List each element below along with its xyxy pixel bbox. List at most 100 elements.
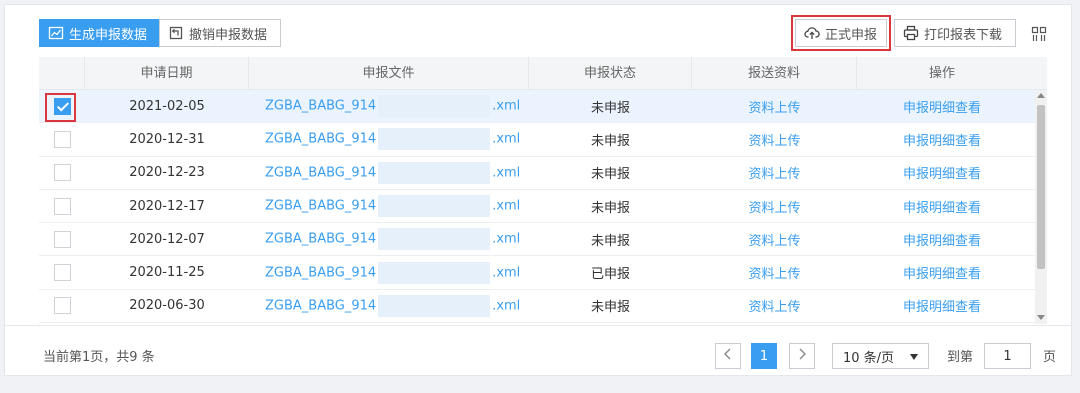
redacted-block: [378, 195, 491, 218]
row-checkbox[interactable]: [53, 297, 71, 315]
table-row[interactable]: 2020-12-23 ZGBA_BABG_914 .xml 未申报 资料上传 申报…: [39, 157, 1047, 190]
chevron-right-icon: [797, 348, 807, 364]
chevron-left-icon: [723, 348, 733, 364]
view-declaration-detail-link[interactable]: 申报明细查看: [903, 267, 981, 282]
file-name-prefix: ZGBA_BABG_914: [265, 98, 377, 114]
previous-page-button[interactable]: [715, 343, 741, 369]
file-name-suffix: .xml: [492, 165, 521, 181]
row-date: 2020-11-25: [129, 265, 205, 281]
upload-materials-link[interactable]: 资料上传: [748, 300, 800, 315]
file-name-prefix: ZGBA_BABG_914: [265, 265, 377, 281]
current-page-button[interactable]: 1: [751, 343, 777, 369]
column-settings-icon[interactable]: [1031, 26, 1047, 42]
header-declaration-status: 申报状态: [529, 56, 692, 90]
caret-down-icon: [910, 354, 918, 360]
pagination-footer: 当前第1页，共9 条 1 10 条/页 到第 页: [5, 325, 1073, 377]
row-checkbox-cell: [39, 297, 85, 315]
file-name-prefix: ZGBA_BABG_914: [265, 165, 377, 181]
upload-materials-link[interactable]: 资料上传: [748, 167, 800, 182]
row-checkbox-cell: [39, 197, 85, 215]
table-row[interactable]: 2020-06-30 ZGBA_BABG_914 .xml 未申报 资料上传 申报…: [39, 290, 1047, 323]
page-unit-label: 页: [1043, 350, 1057, 365]
scroll-up-arrow-icon[interactable]: [1037, 93, 1045, 98]
header-submitted-materials: 报送资料: [692, 56, 857, 90]
file-name-suffix: .xml: [492, 198, 521, 214]
upload-materials-link[interactable]: 资料上传: [748, 134, 800, 149]
table-header: 申请日期 申报文件 申报状态 报送资料 操作: [39, 56, 1047, 90]
row-checkbox-cell: [39, 264, 85, 282]
redacted-block: [378, 261, 491, 284]
file-name-suffix: .xml: [492, 98, 521, 114]
cloud-upload-icon: [804, 25, 820, 41]
view-declaration-detail-link[interactable]: 申报明细查看: [903, 167, 981, 182]
row-checkbox[interactable]: [53, 130, 71, 148]
row-checkbox-cell: [39, 230, 85, 248]
row-file-link[interactable]: ZGBA_BABG_914 .xml: [249, 95, 529, 118]
file-name-prefix: ZGBA_BABG_914: [265, 298, 377, 314]
file-name-prefix: ZGBA_BABG_914: [265, 131, 377, 147]
goto-page-label: 到第: [947, 350, 974, 365]
table-row[interactable]: 2020-12-17 ZGBA_BABG_914 .xml 未申报 资料上传 申报…: [39, 190, 1047, 224]
upload-materials-link[interactable]: 资料上传: [748, 201, 800, 216]
generate-declaration-button[interactable]: 生成申报数据: [39, 19, 159, 47]
row-file-link[interactable]: ZGBA_BABG_914 .xml: [249, 294, 529, 317]
table-scrollbar[interactable]: [1035, 91, 1047, 324]
view-declaration-detail-link[interactable]: 申报明细查看: [903, 300, 981, 315]
file-name-prefix: ZGBA_BABG_914: [265, 231, 377, 247]
row-status: 未申报: [590, 200, 630, 216]
row-file-link[interactable]: ZGBA_BABG_914 .xml: [249, 128, 529, 151]
table-row[interactable]: 2020-12-31 ZGBA_BABG_914 .xml 未申报 资料上传 申报…: [39, 123, 1047, 157]
print-report-download-button[interactable]: 打印报表下载: [894, 19, 1016, 47]
row-file-link[interactable]: ZGBA_BABG_914 .xml: [249, 195, 529, 218]
table-row[interactable]: 2020-12-07 ZGBA_BABG_914 .xml 未申报 资料上传 申报…: [39, 223, 1047, 257]
row-status: 未申报: [590, 233, 630, 249]
redacted-block: [378, 228, 491, 251]
row-date: 2021-02-05: [129, 98, 205, 114]
header-operation: 操作: [928, 65, 955, 81]
next-page-button[interactable]: [789, 343, 815, 369]
row-checkbox[interactable]: [53, 164, 71, 182]
row-file-link[interactable]: ZGBA_BABG_914 .xml: [249, 161, 529, 184]
declaration-panel: 生成申报数据 撤销申报数据 正式申报 打印报表下载 申请日期 申报文件 申报状态…: [4, 4, 1073, 377]
row-status: 未申报: [590, 100, 630, 116]
row-date: 2020-12-17: [129, 198, 205, 214]
redacted-block: [378, 95, 491, 118]
table-row[interactable]: 2020-11-25 ZGBA_BABG_914 .xml 已申报 资料上传 申报…: [39, 256, 1047, 290]
row-checkbox[interactable]: [53, 264, 71, 282]
row-date: 2020-12-31: [129, 131, 205, 147]
row-checkbox-cell: [39, 164, 85, 182]
upload-materials-link[interactable]: 资料上传: [748, 101, 800, 116]
redacted-block: [378, 294, 491, 317]
header-checkbox-cell: [39, 56, 85, 90]
scroll-down-arrow-icon[interactable]: [1037, 315, 1045, 320]
undo-declaration-button[interactable]: 撤销申报数据: [159, 19, 281, 47]
declaration-table: 申请日期 申报文件 申报状态 报送资料 操作 2021-02-05 ZGBA_B…: [39, 56, 1047, 323]
row-checkbox[interactable]: [53, 230, 71, 248]
file-name-suffix: .xml: [492, 231, 521, 247]
row-file-link[interactable]: ZGBA_BABG_914 .xml: [249, 228, 529, 251]
undo-icon: [168, 25, 184, 41]
view-declaration-detail-link[interactable]: 申报明细查看: [903, 101, 981, 116]
row-file-link[interactable]: ZGBA_BABG_914 .xml: [249, 261, 529, 284]
view-declaration-detail-link[interactable]: 申报明细查看: [903, 234, 981, 249]
row-checkbox-cell: [39, 130, 85, 148]
page-size-select[interactable]: 10 条/页: [832, 343, 929, 369]
formal-declaration-button[interactable]: 正式申报: [795, 19, 887, 47]
row-status: 已申报: [590, 267, 630, 283]
row-status: 未申报: [590, 300, 630, 316]
file-name-suffix: .xml: [492, 131, 521, 147]
row-date: 2020-06-30: [129, 298, 205, 314]
scroll-thumb[interactable]: [1037, 105, 1045, 269]
view-declaration-detail-link[interactable]: 申报明细查看: [903, 134, 981, 149]
checkbox-highlight: [45, 93, 76, 122]
toolbar: 生成申报数据 撤销申报数据 正式申报 打印报表下载: [35, 15, 1055, 51]
row-status: 未申报: [590, 167, 630, 183]
page-size-value: 10 条/页: [843, 350, 895, 366]
row-checkbox[interactable]: [53, 197, 71, 215]
upload-materials-link[interactable]: 资料上传: [748, 234, 800, 249]
goto-page-input[interactable]: [984, 343, 1031, 369]
redacted-block: [378, 128, 491, 151]
view-declaration-detail-link[interactable]: 申报明细查看: [903, 201, 981, 216]
table-row[interactable]: 2021-02-05 ZGBA_BABG_914 .xml 未申报 资料上传 申报…: [39, 90, 1047, 124]
upload-materials-link[interactable]: 资料上传: [748, 267, 800, 282]
